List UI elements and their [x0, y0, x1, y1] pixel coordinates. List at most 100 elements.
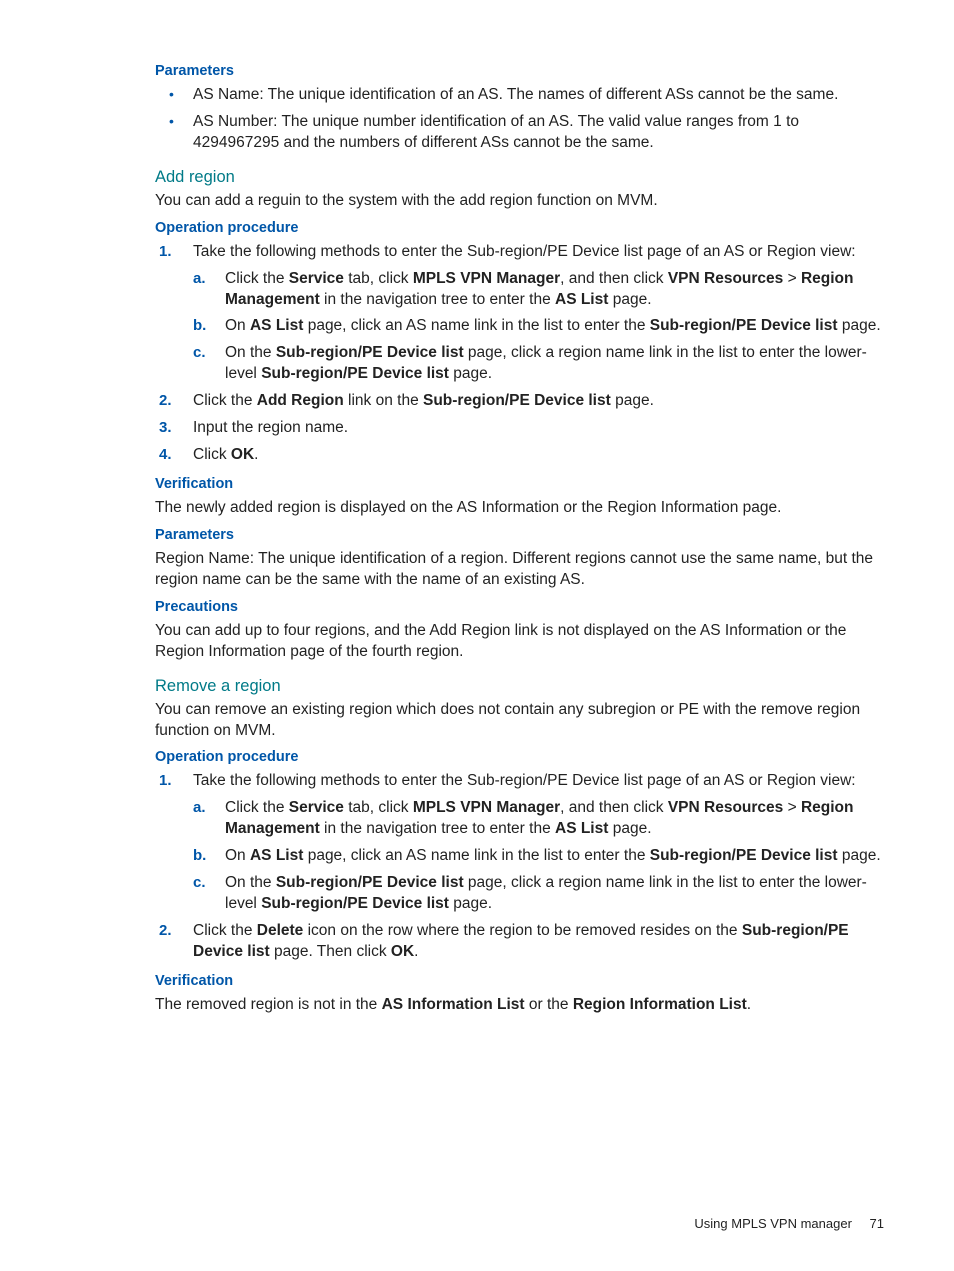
b: VPN Resources	[668, 270, 783, 287]
substeps: Click the Service tab, click MPLS VPN Ma…	[193, 269, 884, 386]
heading-precautions: Precautions	[155, 599, 884, 615]
t: page. Then click	[270, 943, 391, 960]
t: page.	[611, 392, 654, 409]
substep-c: On the Sub-region/PE Device list page, c…	[193, 343, 884, 385]
page-number: 71	[870, 1216, 884, 1231]
b: Service	[289, 270, 344, 287]
step-2: Click the Delete icon on the row where t…	[155, 921, 884, 963]
step-1: Take the following methods to enter the …	[155, 771, 884, 915]
b: Sub-region/PE Device list	[423, 392, 611, 409]
step-text: Take the following methods to enter the …	[193, 243, 856, 260]
body-text: You can remove an existing region which …	[155, 700, 884, 742]
list-item: AS Name: The unique identification of an…	[165, 85, 884, 106]
t: Click the	[193, 392, 257, 409]
t: icon on the row where the region to be r…	[303, 922, 742, 939]
b: Sub-region/PE Device list	[261, 365, 449, 382]
t: >	[783, 270, 801, 287]
t: On the	[225, 874, 276, 891]
substep-a: Click the Service tab, click MPLS VPN Ma…	[193, 269, 884, 311]
procedure-list: Take the following methods to enter the …	[155, 242, 884, 466]
t: , and then click	[560, 270, 668, 287]
heading-verification: Verification	[155, 476, 884, 492]
b: AS List	[250, 317, 303, 334]
b: Sub-region/PE Device list	[650, 847, 838, 864]
b: VPN Resources	[668, 799, 783, 816]
substep-b: On AS List page, click an AS name link i…	[193, 846, 884, 867]
t: page.	[838, 317, 881, 334]
step-text: Take the following methods to enter the …	[193, 772, 856, 789]
heading-remove-region: Remove a region	[155, 677, 884, 696]
t: On	[225, 847, 250, 864]
t: or the	[525, 996, 573, 1013]
body-text: You can add up to four regions, and the …	[155, 621, 884, 663]
b: Sub-region/PE Device list	[276, 344, 464, 361]
bullet-text: AS Name: The unique identification of an…	[193, 86, 838, 103]
step-4: Click OK.	[155, 445, 884, 466]
b: MPLS VPN Manager	[413, 799, 560, 816]
b: Service	[289, 799, 344, 816]
t: page.	[449, 895, 492, 912]
heading-parameters: Parameters	[155, 63, 884, 79]
b: MPLS VPN Manager	[413, 270, 560, 287]
t: Click the	[225, 270, 289, 287]
step-3: Input the region name.	[155, 418, 884, 439]
body-text: The removed region is not in the AS Info…	[155, 995, 884, 1016]
heading-verification: Verification	[155, 973, 884, 989]
b: AS List	[555, 820, 608, 837]
t: page.	[838, 847, 881, 864]
t: page, click an AS name link in the list …	[303, 847, 649, 864]
b: Add Region	[257, 392, 344, 409]
step-2: Click the Add Region link on the Sub-reg…	[155, 391, 884, 412]
substep-b: On AS List page, click an AS name link i…	[193, 316, 884, 337]
heading-parameters: Parameters	[155, 527, 884, 543]
t: Input the region name.	[193, 419, 348, 436]
b: AS List	[250, 847, 303, 864]
t: On the	[225, 344, 276, 361]
t: in the navigation tree to enter the	[320, 820, 555, 837]
page-footer: Using MPLS VPN manager 71	[694, 1216, 884, 1231]
heading-operation-procedure: Operation procedure	[155, 749, 884, 765]
t: link on the	[344, 392, 423, 409]
procedure-list: Take the following methods to enter the …	[155, 771, 884, 962]
b: Sub-region/PE Device list	[261, 895, 449, 912]
body-text: Region Name: The unique identification o…	[155, 549, 884, 591]
b: OK	[231, 446, 254, 463]
t: in the navigation tree to enter the	[320, 291, 555, 308]
t: Click the	[193, 922, 257, 939]
t: tab, click	[344, 799, 413, 816]
b: Region Information List	[573, 996, 747, 1013]
substep-c: On the Sub-region/PE Device list page, c…	[193, 873, 884, 915]
t: The removed region is not in the	[155, 996, 382, 1013]
t: page.	[449, 365, 492, 382]
b: OK	[391, 943, 414, 960]
step-1: Take the following methods to enter the …	[155, 242, 884, 386]
substep-a: Click the Service tab, click MPLS VPN Ma…	[193, 798, 884, 840]
bullet-text: AS Number: The unique number identificat…	[193, 113, 799, 151]
t: page.	[608, 291, 651, 308]
t: .	[747, 996, 751, 1013]
b: AS Information List	[382, 996, 525, 1013]
body-text: The newly added region is displayed on t…	[155, 498, 884, 519]
parameters-list: AS Name: The unique identification of an…	[155, 85, 884, 154]
t: Click the	[225, 799, 289, 816]
t: page.	[608, 820, 651, 837]
heading-operation-procedure: Operation procedure	[155, 220, 884, 236]
t: Click	[193, 446, 231, 463]
footer-text: Using MPLS VPN manager	[694, 1216, 852, 1231]
b: Sub-region/PE Device list	[276, 874, 464, 891]
t: .	[254, 446, 258, 463]
t: , and then click	[560, 799, 668, 816]
list-item: AS Number: The unique number identificat…	[165, 112, 884, 154]
t: >	[783, 799, 801, 816]
substeps: Click the Service tab, click MPLS VPN Ma…	[193, 798, 884, 915]
b: Sub-region/PE Device list	[650, 317, 838, 334]
document-page: Parameters AS Name: The unique identific…	[0, 0, 954, 1271]
b: AS List	[555, 291, 608, 308]
t: page, click an AS name link in the list …	[303, 317, 649, 334]
t: tab, click	[344, 270, 413, 287]
heading-add-region: Add region	[155, 168, 884, 187]
t: On	[225, 317, 250, 334]
body-text: You can add a reguin to the system with …	[155, 191, 884, 212]
t: .	[414, 943, 418, 960]
b: Delete	[257, 922, 304, 939]
